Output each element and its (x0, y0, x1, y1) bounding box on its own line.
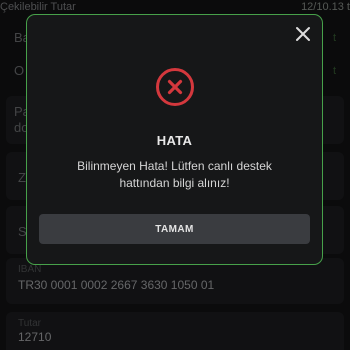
error-dialog: HATA Bilinmeyen Hata! Lütfen canlı deste… (26, 14, 323, 265)
dialog-message: Bilinmeyen Hata! Lütfen canlı destek hat… (77, 159, 272, 190)
ok-button[interactable]: TAMAM (39, 214, 310, 244)
error-x-circle-icon (155, 67, 195, 107)
close-icon[interactable] (294, 25, 312, 43)
withdraw-page: Çekilebilir Tutar 12/10.13 t Ba t O t Pa… (0, 0, 350, 350)
dialog-title: HATA (156, 133, 193, 148)
